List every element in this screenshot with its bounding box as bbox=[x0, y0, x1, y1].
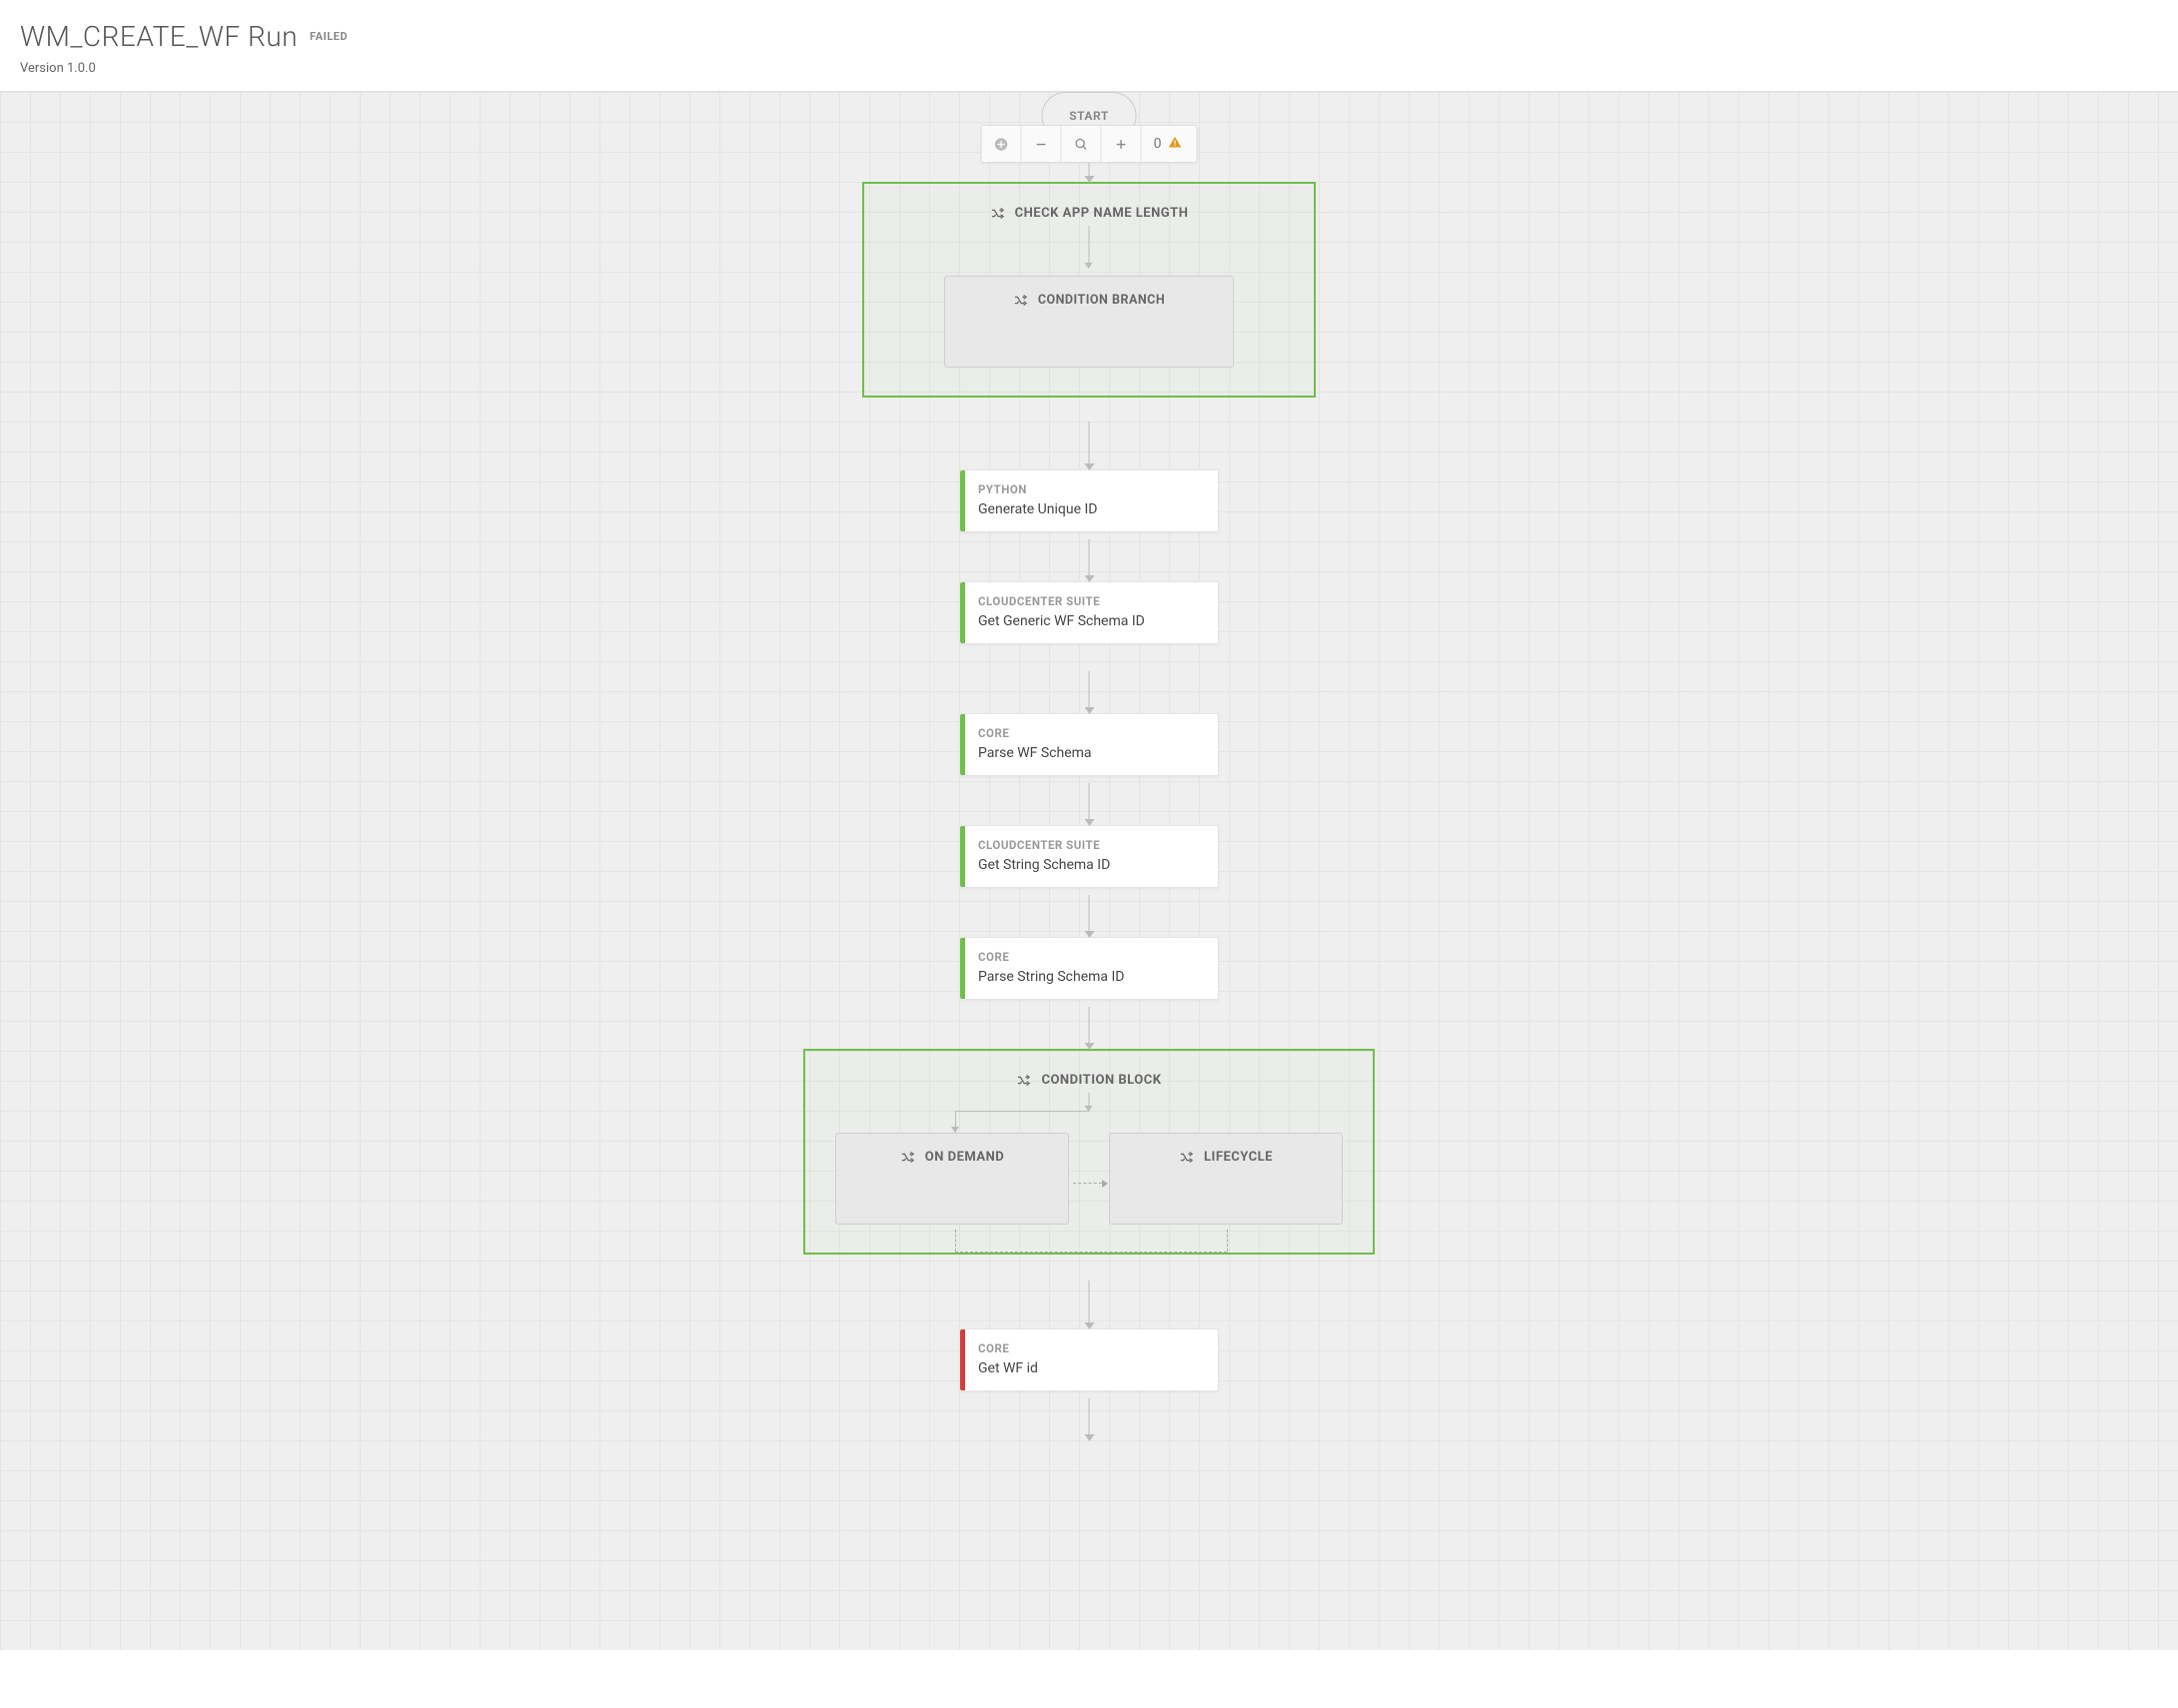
zoom-in-button[interactable] bbox=[1102, 126, 1142, 162]
add-button[interactable] bbox=[982, 126, 1022, 162]
connector bbox=[1089, 226, 1090, 268]
connector bbox=[1089, 1281, 1090, 1328]
shuffle-icon bbox=[1013, 293, 1028, 308]
magnifier-icon bbox=[1074, 137, 1089, 152]
task-category: PYTHON bbox=[978, 482, 1204, 496]
task-category: CLOUDCENTER SUITE bbox=[978, 594, 1204, 608]
task-name: Generate Unique ID bbox=[978, 500, 1204, 519]
condition-block-check-app-name[interactable]: CHECK APP NAME LENGTH CONDITION BRANCH bbox=[862, 182, 1316, 398]
task-generate-unique-id[interactable]: PYTHON Generate Unique ID bbox=[959, 469, 1219, 532]
connector bbox=[1089, 1007, 1090, 1049]
branch-label: CONDITION BRANCH bbox=[1038, 293, 1165, 308]
task-parse-string-schema-id[interactable]: CORE Parse String Schema ID bbox=[959, 937, 1219, 1000]
connector bbox=[1089, 1398, 1090, 1440]
connector bbox=[1089, 671, 1090, 713]
connector bbox=[1089, 1093, 1090, 1111]
task-name: Parse String Schema ID bbox=[978, 968, 1204, 987]
page-header: WM_CREATE_WF Run FAILED Version 1.0.0 bbox=[0, 0, 2178, 92]
version-text: Version 1.0.0 bbox=[20, 61, 2158, 76]
task-get-generic-wf-schema-id[interactable]: CLOUDCENTER SUITE Get Generic WF Schema … bbox=[959, 581, 1219, 644]
dashed-connector bbox=[1073, 1183, 1107, 1184]
shuffle-icon bbox=[1179, 1150, 1194, 1165]
start-label: START bbox=[1069, 109, 1109, 123]
dashed-connector bbox=[955, 1230, 956, 1252]
minus-icon bbox=[1034, 137, 1049, 152]
workflow-canvas[interactable]: 0 START bbox=[0, 92, 2178, 1650]
condition-branch-lifecycle[interactable]: LIFECYCLE bbox=[1109, 1133, 1343, 1225]
task-category: CORE bbox=[978, 950, 1204, 964]
dashed-connector bbox=[955, 1252, 1227, 1253]
shuffle-icon bbox=[990, 206, 1005, 221]
condition-block[interactable]: CONDITION BLOCK ON DE bbox=[803, 1049, 1375, 1255]
condition-branch[interactable]: CONDITION BRANCH bbox=[944, 276, 1234, 368]
task-name: Parse WF Schema bbox=[978, 744, 1204, 763]
page-title: WM_CREATE_WF Run bbox=[20, 20, 298, 53]
plus-icon bbox=[1114, 137, 1129, 152]
warning-icon bbox=[1167, 135, 1182, 154]
condition-branch-on-demand[interactable]: ON DEMAND bbox=[835, 1133, 1069, 1225]
connector bbox=[1089, 783, 1090, 825]
task-category: CLOUDCENTER SUITE bbox=[978, 838, 1204, 852]
shuffle-icon bbox=[900, 1150, 915, 1165]
warning-count: 0 bbox=[1154, 136, 1162, 152]
zoom-out-button[interactable] bbox=[1022, 126, 1062, 162]
shuffle-icon bbox=[1016, 1073, 1031, 1088]
task-name: Get WF id bbox=[978, 1359, 1204, 1378]
condition-title: CHECK APP NAME LENGTH bbox=[1015, 206, 1189, 221]
connector bbox=[955, 1111, 1089, 1112]
task-get-string-schema-id[interactable]: CLOUDCENTER SUITE Get String Schema ID bbox=[959, 825, 1219, 888]
task-name: Get Generic WF Schema ID bbox=[978, 612, 1204, 631]
connector bbox=[1089, 895, 1090, 937]
connector bbox=[1089, 422, 1090, 469]
plus-circle-icon bbox=[994, 137, 1009, 152]
task-category: CORE bbox=[978, 726, 1204, 740]
status-badge: FAILED bbox=[310, 28, 348, 45]
condition-title: CONDITION BLOCK bbox=[1041, 1073, 1161, 1088]
task-category: CORE bbox=[978, 1341, 1204, 1355]
branch-label: ON DEMAND bbox=[925, 1150, 1004, 1165]
warnings-indicator[interactable]: 0 bbox=[1142, 126, 1197, 162]
zoom-fit-button[interactable] bbox=[1062, 126, 1102, 162]
canvas-toolbar: 0 bbox=[981, 125, 1198, 163]
connector bbox=[1089, 539, 1090, 581]
task-get-wf-id[interactable]: CORE Get WF id bbox=[959, 1328, 1219, 1391]
branch-label: LIFECYCLE bbox=[1204, 1150, 1273, 1165]
dashed-connector bbox=[1227, 1230, 1228, 1252]
task-parse-wf-schema[interactable]: CORE Parse WF Schema bbox=[959, 713, 1219, 776]
task-name: Get String Schema ID bbox=[978, 856, 1204, 875]
